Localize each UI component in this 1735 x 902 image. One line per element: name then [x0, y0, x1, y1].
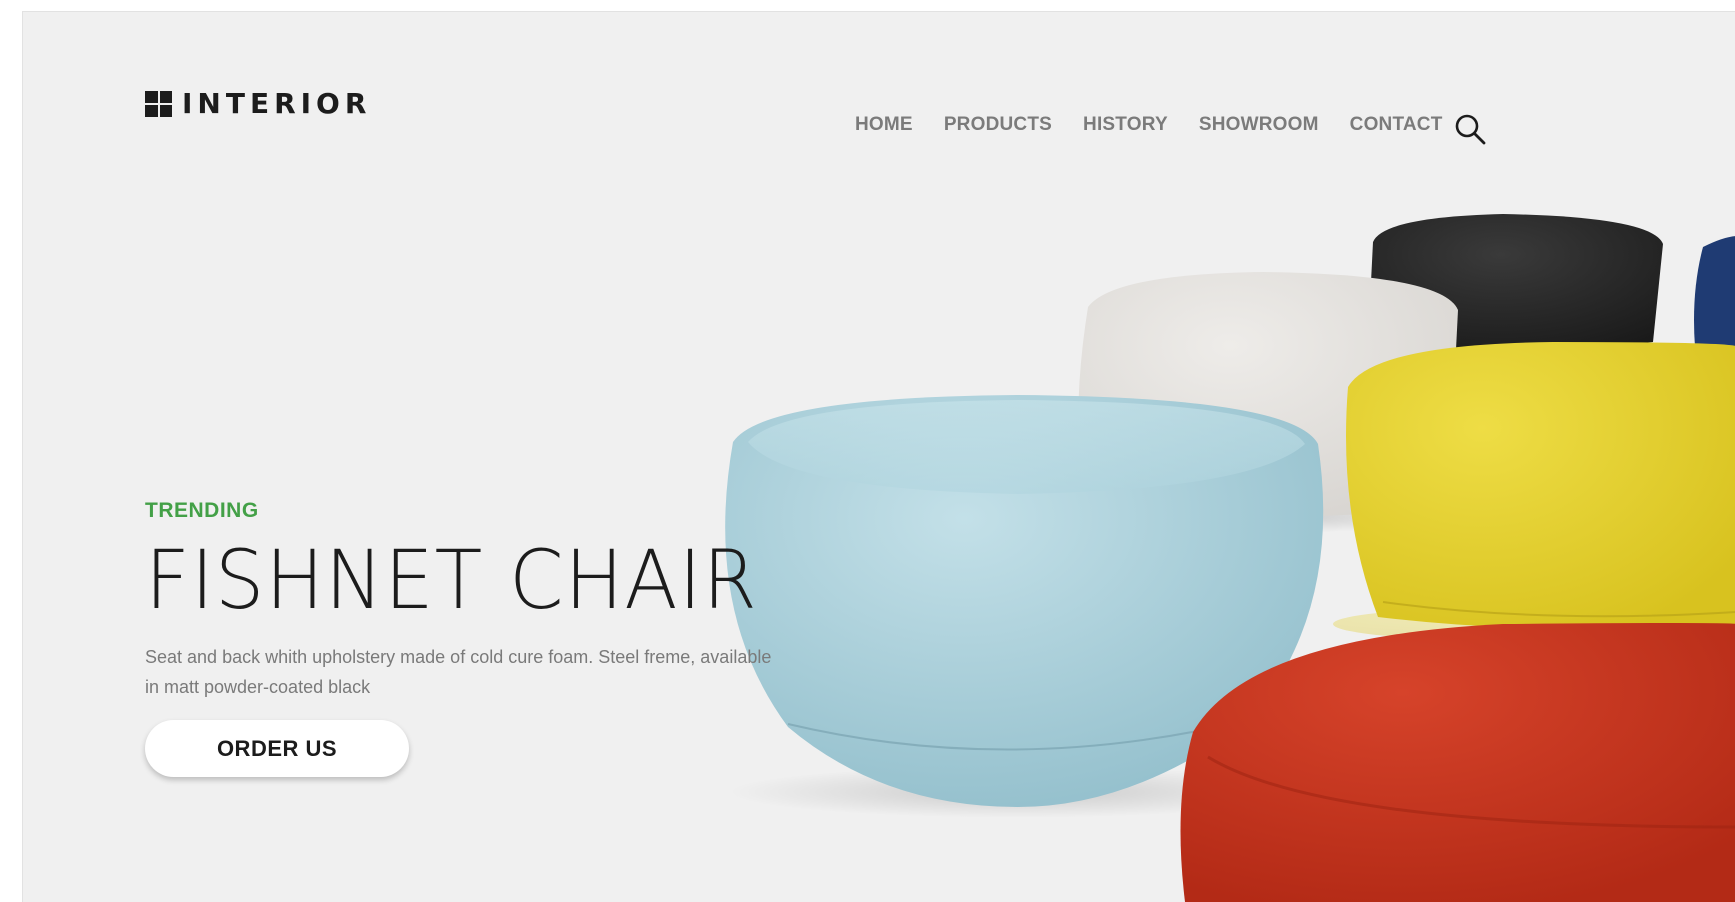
grid-logo-icon — [145, 91, 172, 117]
search-icon — [1455, 114, 1486, 145]
nav-contact-link[interactable]: CONTACT — [1350, 114, 1443, 136]
nav-history-link[interactable]: HISTORY — [1083, 114, 1168, 136]
product-description: Seat and back whith upholstery made of c… — [145, 647, 772, 697]
brand-logo[interactable]: INTERIOR — [145, 90, 371, 118]
order-us-button[interactable]: ORDER US — [145, 720, 409, 777]
nav-home-link[interactable]: HOME — [855, 114, 913, 136]
nav-showroom-link[interactable]: SHOWROOM — [1199, 114, 1319, 136]
product-title: FISHNET CHAIR — [145, 534, 758, 628]
search-button[interactable] — [1453, 112, 1487, 146]
trending-label: TRENDING — [145, 499, 259, 522]
brand-name: INTERIOR — [182, 87, 372, 120]
main-navigation: HOME PRODUCTS HISTORY SHOWROOM CONTACT — [855, 114, 1443, 136]
hero-section: INTERIOR HOME PRODUCTS HISTORY SHOWROOM … — [22, 11, 1735, 902]
nav-products-link[interactable]: PRODUCTS — [944, 114, 1052, 136]
